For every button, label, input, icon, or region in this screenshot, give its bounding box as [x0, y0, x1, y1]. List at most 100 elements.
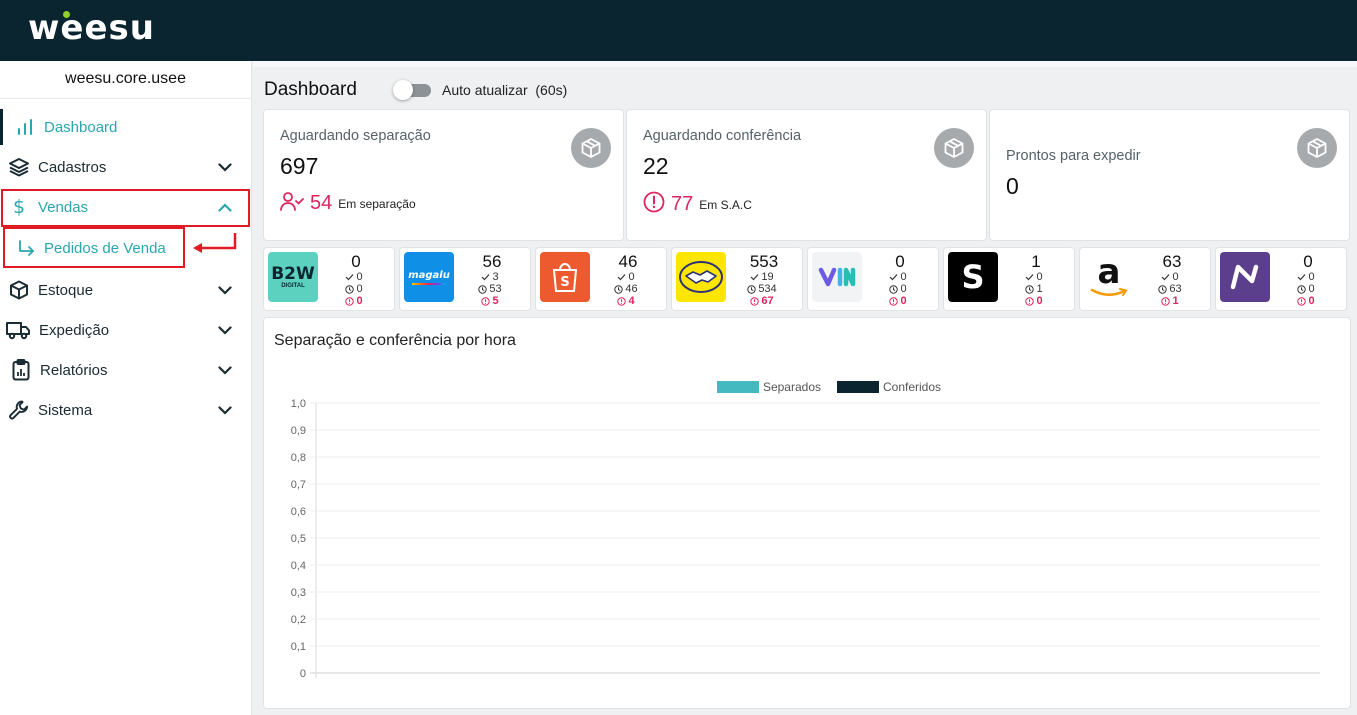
marketplace-pending-value: 0 — [1308, 283, 1315, 295]
sidebar-item-cadastros[interactable]: Cadastros — [0, 149, 252, 185]
marketplace-separated-value: 19 — [761, 271, 774, 283]
sidebar-item-estoque[interactable]: Estoque — [0, 272, 252, 308]
b2w-logo: B2W DIGITAL — [268, 252, 318, 302]
marketplace-separated: 0 — [1278, 271, 1334, 283]
marketplace-total: 0 — [1303, 252, 1313, 271]
marketplace-pending: 53 — [462, 283, 518, 295]
auto-update-toggle[interactable] — [393, 80, 431, 100]
marketplace-pending: 0 — [870, 283, 926, 295]
marketplace-tile-shopee[interactable]: S 46 0 46 4 — [535, 247, 667, 311]
auto-update-label: Auto atualizar (60s) — [442, 82, 567, 98]
marketplace-pending-value: 0 — [900, 283, 907, 295]
marketplace-total: 1 — [1031, 252, 1041, 271]
sidebar-item-label: Expedição — [39, 321, 110, 339]
marketplace-separated-value: 0 — [1308, 271, 1315, 283]
auto-update-interval: (60s) — [535, 82, 568, 98]
marketplace-alert: 1 — [1142, 295, 1198, 307]
marketplace-total: 56 — [482, 252, 502, 271]
marketplace-separated: 0 — [1142, 271, 1198, 283]
sidebar-item-relatorios[interactable]: Relatórios — [0, 352, 252, 388]
chevron-down-icon — [218, 322, 232, 339]
card-value: 0 — [1006, 173, 1019, 199]
sidebar: weesu.core.usee Dashboard Cadastros $ Ve… — [0, 61, 252, 715]
marketplace-separated: 0 — [870, 271, 926, 283]
page-title: Dashboard — [264, 79, 357, 100]
magalu-logo: magalu — [404, 252, 454, 302]
card-subinfo: 77 Em S.A.C — [643, 191, 752, 218]
marketplace-separated-value: 0 — [1172, 271, 1179, 283]
chart-y-tick-label: 1,0 — [291, 398, 306, 410]
card-sub-value: 54 — [310, 192, 333, 214]
marketplace-pending: 46 — [598, 283, 654, 295]
card-sub-label: Em separação — [338, 196, 416, 211]
marketplace-alert-value: 5 — [492, 295, 499, 307]
marketplace-tile-magalu[interactable]: magalu 56 3 53 5 — [399, 247, 531, 311]
marketplace-total: 0 — [895, 252, 905, 271]
layers-icon — [8, 156, 30, 178]
marketplace-tile-netshoes[interactable]: 0 0 0 0 — [1215, 247, 1347, 311]
shopee-logo: S — [540, 252, 590, 302]
marketplace-separated-value: 0 — [1036, 271, 1043, 283]
sidebar-item-dashboard[interactable]: Dashboard — [0, 109, 252, 145]
sidebar-item-label: Estoque — [38, 281, 94, 299]
marketplace-total: 0 — [351, 252, 361, 271]
active-indicator — [0, 109, 3, 145]
annotation-arrow-icon — [193, 233, 237, 253]
card-title: Prontos para expedir — [1006, 148, 1141, 164]
marketplace-alert-value: 67 — [761, 295, 774, 307]
card-value: 22 — [643, 153, 669, 179]
chart-y-tick-label: 0,1 — [291, 641, 306, 653]
sidebar-item-expedicao[interactable]: Expedição — [0, 312, 252, 348]
bar-chart-icon — [14, 116, 36, 138]
marketplace-pending: 63 — [1142, 283, 1198, 295]
marketplace-alert: 67 — [734, 295, 790, 307]
mercado-livre-logo — [676, 252, 726, 302]
marketplace-tile-shein[interactable]: S 1 0 1 0 — [943, 247, 1075, 311]
marketplace-tile-amazon[interactable]: a 63 0 63 1 — [1079, 247, 1211, 311]
highlight-box-pedidos — [3, 227, 185, 268]
box-icon — [8, 279, 30, 301]
marketplace-separated: 0 — [326, 271, 382, 283]
marketplace-total: 63 — [1162, 252, 1182, 271]
card-title: Aguardando separação — [280, 128, 431, 144]
marketplace-tile-mercado-livre[interactable]: 553 19 534 67 — [671, 247, 803, 311]
marketplace-tile-via[interactable]: 0 0 0 0 — [807, 247, 939, 311]
sidebar-item-sistema[interactable]: Sistema — [0, 392, 252, 428]
chart-y-tick-label: 0,7 — [291, 479, 306, 491]
svg-text:S: S — [560, 275, 569, 290]
brand-name: weesu — [28, 8, 155, 48]
marketplace-alert-value: 0 — [1308, 295, 1315, 307]
marketplace-pending-value: 63 — [1169, 283, 1182, 295]
sidebar-item-label: Dashboard — [44, 118, 118, 136]
clipboard-chart-icon — [10, 359, 32, 381]
main-content: Dashboard Auto atualizar (60s) Aguardand… — [253, 61, 1357, 715]
marketplace-separated-value: 3 — [492, 271, 499, 283]
marketplace-alert: 4 — [598, 295, 654, 307]
top-bar: weesu — [0, 0, 1357, 61]
card-aguardando-separacao: Aguardando separação 697 54 Em separação — [263, 109, 624, 241]
marketplace-alert-value: 0 — [900, 295, 907, 307]
chart-y-tick-label: 0,6 — [291, 506, 306, 518]
marketplace-alert: 0 — [870, 295, 926, 307]
sidebar-item-label: Relatórios — [40, 361, 108, 379]
package-icon — [934, 128, 974, 168]
marketplace-alert: 5 — [462, 295, 518, 307]
sidebar-item-label: Cadastros — [38, 158, 107, 176]
chart-y-tick-label: 0,4 — [291, 560, 306, 572]
card-sub-value: 77 — [671, 193, 694, 215]
chart-y-tick-label: 0,8 — [291, 452, 306, 464]
marketplace-alert-value: 1 — [1172, 295, 1179, 307]
marketplace-tile-b2w[interactable]: B2W DIGITAL 0 0 0 0 — [263, 247, 395, 311]
card-sub-label: Em S.A.C — [699, 197, 752, 212]
chevron-down-icon — [218, 402, 232, 419]
card-prontos-para-expedir: Prontos para expedir 0 — [989, 109, 1350, 241]
brand-logo[interactable]: weesu — [28, 8, 155, 48]
card-title: Aguardando conferência — [643, 128, 802, 144]
marketplace-total: 553 — [749, 252, 779, 271]
auto-update-text: Auto atualizar — [442, 82, 528, 98]
org-name: weesu.core.usee — [0, 61, 251, 99]
marketplace-pending-value: 534 — [758, 283, 777, 295]
main-top-strip — [253, 61, 1357, 67]
package-icon — [571, 128, 611, 168]
via-logo — [812, 252, 862, 302]
